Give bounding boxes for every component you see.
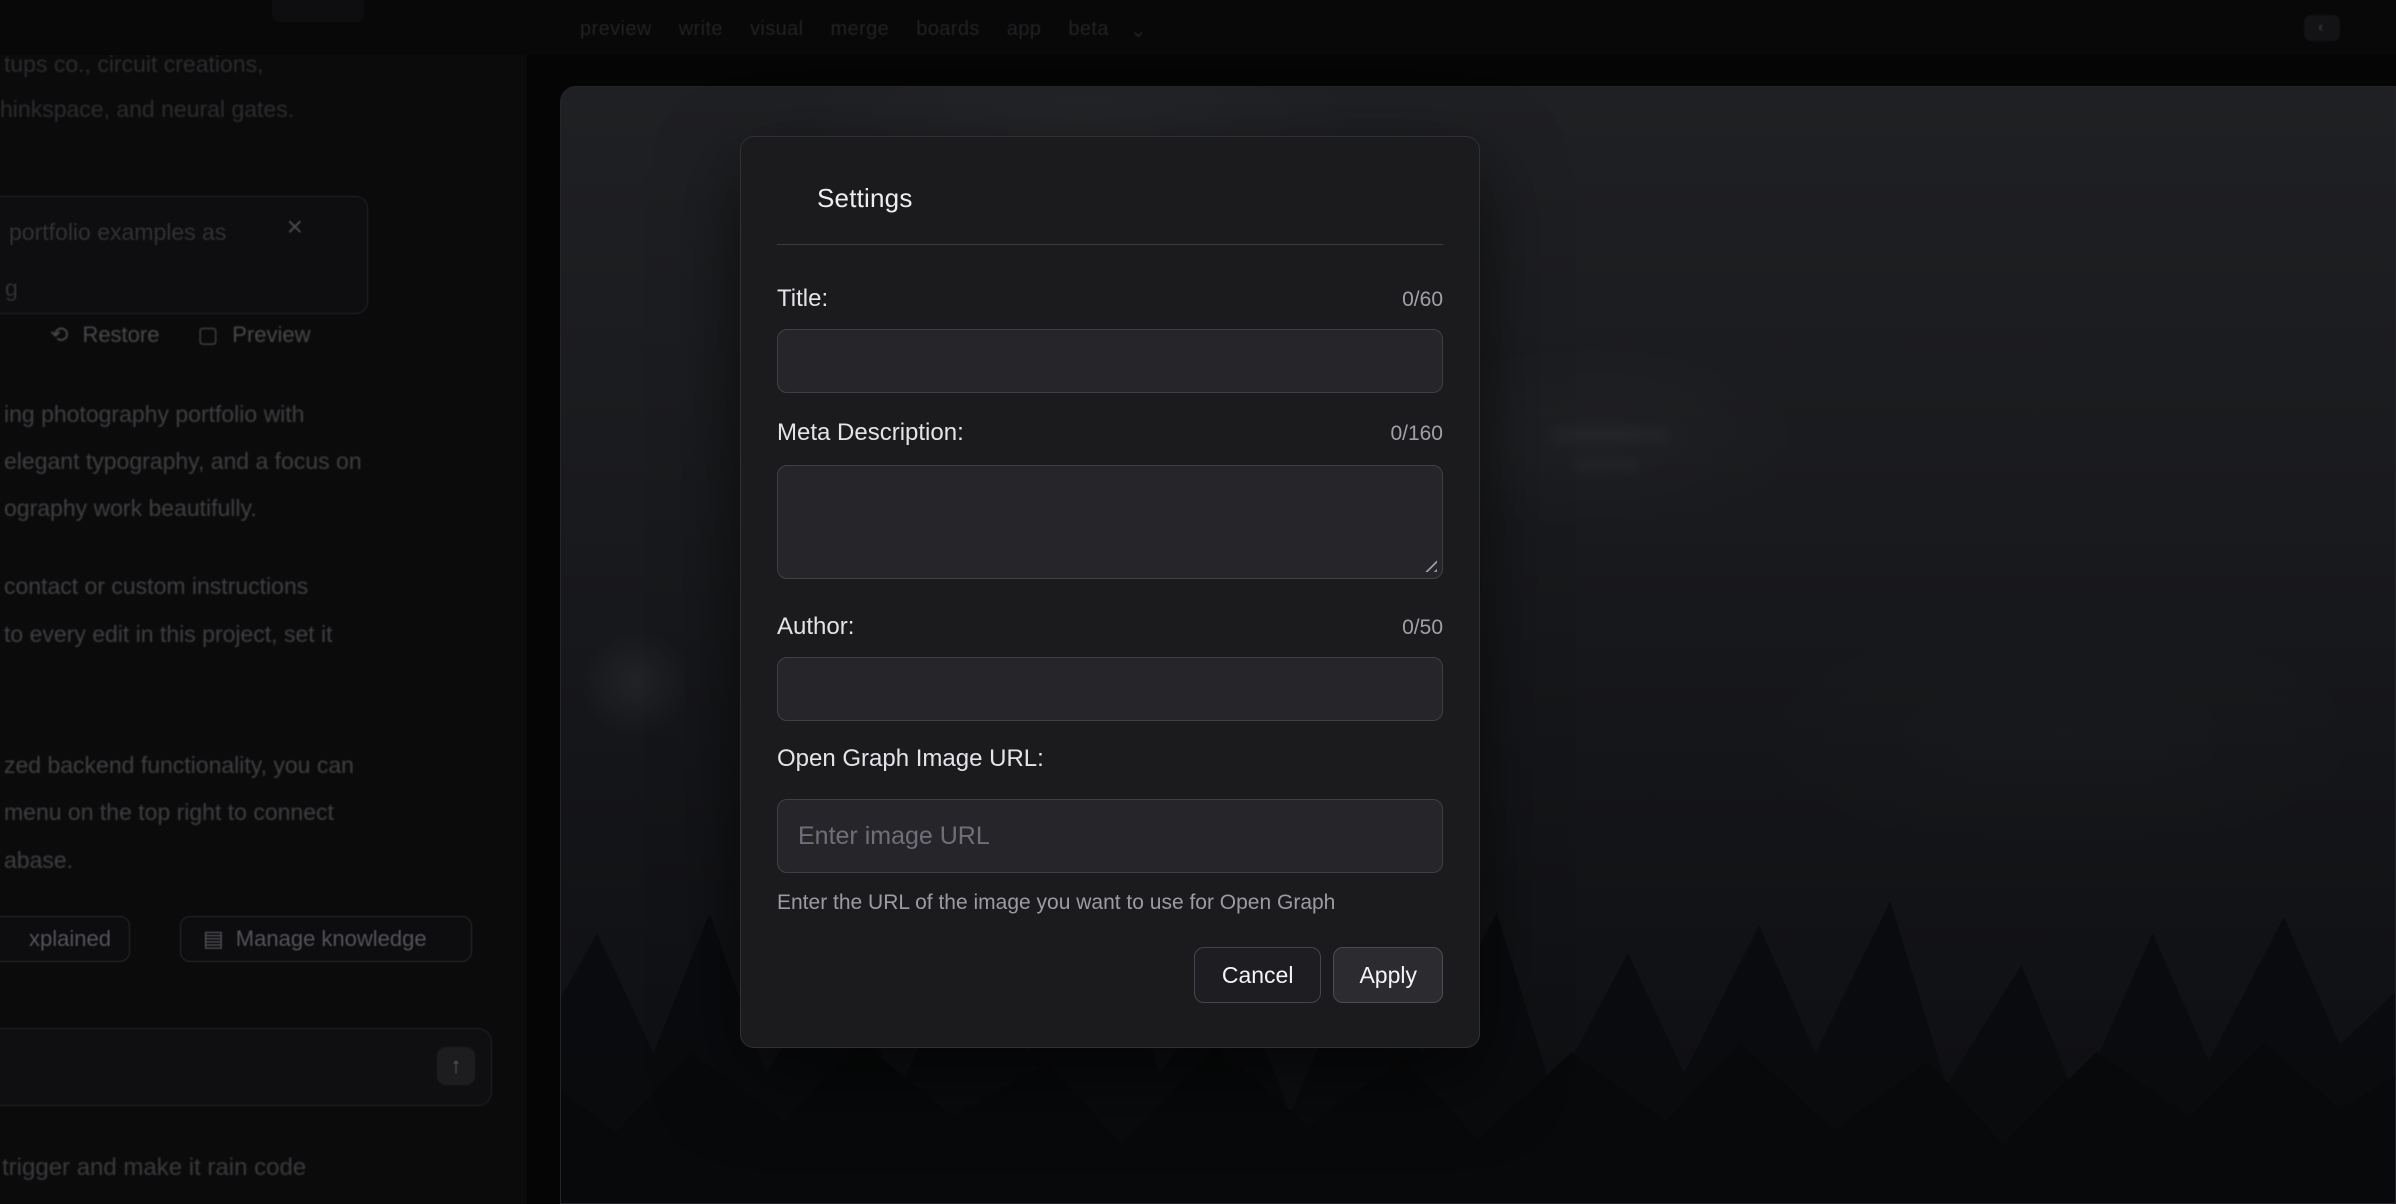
title-field-row: Title: 0/60 bbox=[777, 285, 1443, 313]
knowledge-icon: ▤ bbox=[203, 926, 224, 952]
meta-description-wrap bbox=[777, 465, 1443, 579]
chat-message-line: hinkspace, and neural gates. bbox=[0, 96, 294, 123]
og-image-url-label: Open Graph Image URL: bbox=[777, 745, 1044, 773]
title-counter: 0/60 bbox=[1402, 288, 1443, 312]
og-field-row: Open Graph Image URL: bbox=[777, 745, 1443, 773]
menu-item[interactable]: app bbox=[1007, 18, 1042, 43]
settings-modal: Settings Title: 0/60 Meta Description: 0… bbox=[740, 136, 1480, 1048]
author-field-row: Author: 0/50 bbox=[777, 613, 1443, 641]
chat-paragraph-line: contact or custom instructions bbox=[4, 573, 308, 600]
chat-paragraph-line: abase. bbox=[4, 847, 73, 874]
chip-label: Manage knowledge bbox=[236, 926, 427, 952]
title-label: Title: bbox=[777, 285, 828, 313]
restore-button[interactable]: ⟲ Restore bbox=[50, 322, 159, 348]
og-helper-text: Enter the URL of the image you want to u… bbox=[777, 891, 1443, 915]
chat-paragraph-line: elegant typography, and a focus on bbox=[4, 448, 362, 475]
chat-paragraph-line: zed backend functionality, you can bbox=[4, 752, 354, 779]
apply-button[interactable]: Apply bbox=[1333, 947, 1443, 1003]
chat-composer[interactable]: ↑ bbox=[0, 1028, 492, 1106]
version-card-text: portfolio examples as bbox=[9, 219, 226, 246]
meta-description-textarea[interactable] bbox=[777, 465, 1443, 579]
chat-message-line: tups co., circuit creations, bbox=[4, 55, 264, 78]
modal-button-row: Cancel Apply bbox=[777, 947, 1443, 1003]
theme-toggle-icon[interactable]: ◐ bbox=[2304, 15, 2340, 41]
og-image-url-input[interactable] bbox=[777, 799, 1443, 873]
restore-icon: ⟲ bbox=[50, 322, 68, 348]
author-counter: 0/50 bbox=[1402, 616, 1443, 640]
canvas-highlight bbox=[1571, 459, 1641, 471]
meta-description-counter: 0/160 bbox=[1390, 422, 1443, 446]
chat-paragraph-line: to every edit in this project, set it bbox=[4, 621, 333, 648]
menu-item[interactable]: preview bbox=[580, 18, 652, 43]
restore-label: Restore bbox=[82, 322, 159, 348]
menu-item[interactable]: write bbox=[679, 18, 723, 43]
version-actions: ⟲ Restore ▢ Preview bbox=[50, 322, 311, 348]
version-card-text: g bbox=[5, 275, 18, 302]
chat-paragraph-line: ography work beautifully. bbox=[4, 495, 257, 522]
sidebar-tab[interactable] bbox=[272, 0, 364, 22]
suggestion-chips: xplained ▤ Manage knowledge bbox=[0, 916, 527, 962]
chat-paragraph-line: ing photography portfolio with bbox=[4, 401, 304, 428]
chat-footer-line: trigger and make it rain code bbox=[2, 1154, 306, 1182]
chip-label: xplained bbox=[29, 926, 111, 952]
menu-item[interactable]: merge bbox=[831, 18, 890, 43]
preview-label: Preview bbox=[232, 322, 310, 348]
chat-sidebar: tups co., circuit creations, hinkspace, … bbox=[0, 55, 527, 1204]
top-bar: preview write visual merge boards app be… bbox=[0, 0, 2396, 55]
menu-item[interactable]: beta bbox=[1068, 18, 1109, 43]
version-card[interactable]: portfolio examples as × g bbox=[0, 196, 368, 314]
preview-icon: ▢ bbox=[197, 322, 218, 348]
canvas-glow bbox=[575, 623, 695, 743]
chat-paragraph-line: menu on the top right to connect bbox=[4, 799, 334, 826]
modal-divider bbox=[777, 244, 1443, 245]
meta-description-label: Meta Description: bbox=[777, 419, 964, 447]
menu-item[interactable]: boards bbox=[916, 18, 980, 43]
send-icon[interactable]: ↑ bbox=[437, 1047, 475, 1085]
author-label: Author: bbox=[777, 613, 854, 641]
preview-button[interactable]: ▢ Preview bbox=[197, 322, 310, 348]
explained-chip[interactable]: xplained bbox=[0, 916, 130, 962]
cancel-button[interactable]: Cancel bbox=[1194, 947, 1322, 1003]
canvas-highlight bbox=[1551, 427, 1671, 443]
modal-title: Settings bbox=[817, 183, 1443, 214]
meta-field-row: Meta Description: 0/160 bbox=[777, 419, 1443, 447]
close-icon[interactable]: × bbox=[287, 213, 303, 241]
author-input[interactable] bbox=[777, 657, 1443, 721]
manage-knowledge-chip[interactable]: ▤ Manage knowledge bbox=[180, 916, 472, 962]
title-input[interactable] bbox=[777, 329, 1443, 393]
chevron-down-icon[interactable]: ⌄ bbox=[1130, 18, 1147, 43]
topbar-menu: preview write visual merge boards app be… bbox=[580, 18, 1147, 43]
menu-item[interactable]: visual bbox=[750, 18, 804, 43]
